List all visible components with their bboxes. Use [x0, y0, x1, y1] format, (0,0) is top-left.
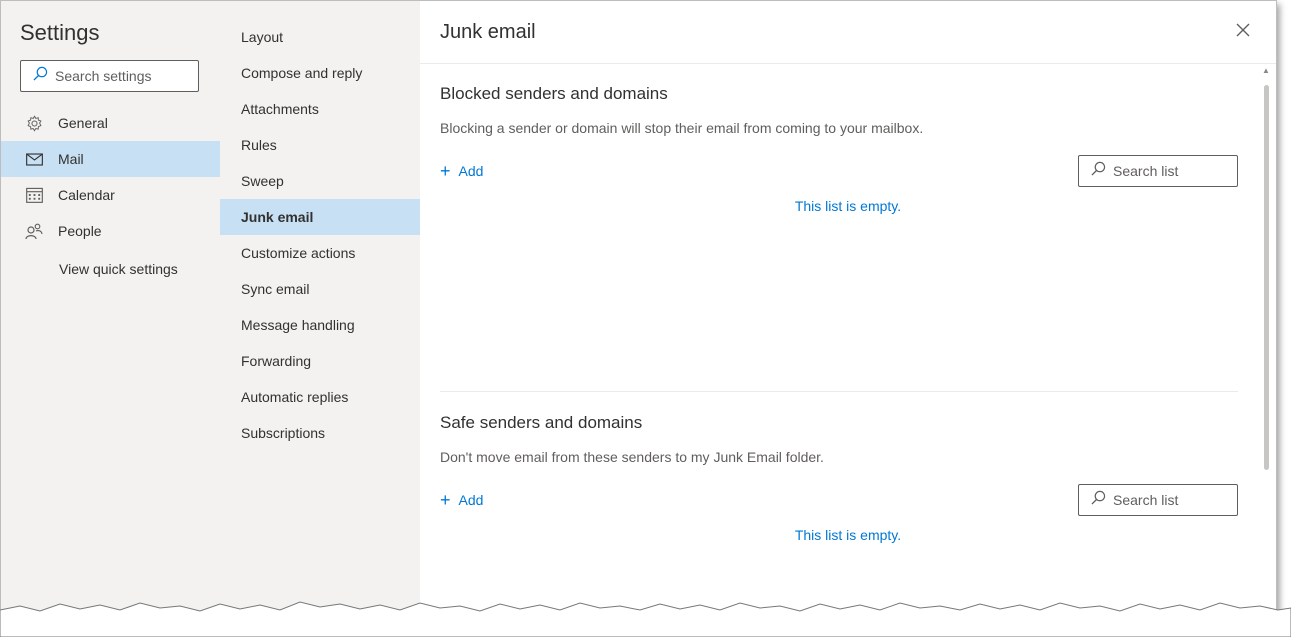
nav2-item-junk-email[interactable]: Junk email	[220, 199, 420, 235]
blocked-list-empty-message: This list is empty.	[794, 198, 902, 214]
add-label: Add	[458, 492, 484, 508]
content-scrollbar[interactable]: ▲	[1262, 67, 1270, 477]
scroll-thumb[interactable]	[1264, 85, 1269, 470]
plus-icon: +	[440, 490, 451, 510]
nav-item-label: People	[58, 223, 102, 239]
nav-item-label: Calendar	[58, 187, 115, 203]
search-list-placeholder: Search list	[1113, 492, 1179, 508]
scroll-up-arrow-icon[interactable]: ▲	[1262, 67, 1270, 75]
search-icon	[1091, 161, 1106, 181]
view-quick-settings-link[interactable]: View quick settings	[59, 261, 178, 277]
safe-list-empty-message: This list is empty.	[794, 527, 902, 543]
safe-senders-description: Don't move email from these senders to m…	[440, 449, 824, 465]
search-settings-input[interactable]: Search settings	[20, 60, 199, 92]
safe-search-list-input[interactable]: Search list	[1078, 484, 1238, 516]
nav-item-label: General	[58, 115, 108, 131]
close-icon	[1236, 23, 1250, 42]
nav-item-mail[interactable]: Mail	[1, 141, 220, 177]
mail-icon	[25, 150, 43, 168]
search-icon	[33, 66, 48, 86]
settings-window: Settings Search settings General Mail Ca…	[0, 0, 1277, 622]
gear-icon	[25, 114, 43, 132]
blocked-search-list-input[interactable]: Search list	[1078, 155, 1238, 187]
add-safe-sender-button[interactable]: + Add	[440, 490, 484, 510]
safe-senders-title: Safe senders and domains	[440, 413, 643, 432]
blocked-senders-title: Blocked senders and domains	[440, 84, 668, 103]
search-list-placeholder: Search list	[1113, 163, 1179, 179]
plus-icon: +	[440, 161, 451, 181]
torn-edge-decoration	[0, 601, 1291, 637]
nav2-item-rules[interactable]: Rules	[220, 127, 420, 163]
add-blocked-sender-button[interactable]: + Add	[440, 161, 484, 181]
search-settings-placeholder: Search settings	[55, 68, 152, 84]
header-divider	[420, 63, 1276, 64]
nav2-item-forwarding[interactable]: Forwarding	[220, 343, 420, 379]
close-button[interactable]	[1232, 21, 1254, 43]
nav2-item-layout[interactable]: Layout	[220, 19, 420, 55]
junk-email-panel: Junk email ▲ Blocked senders and domains…	[420, 1, 1276, 621]
nav2-item-customize-actions[interactable]: Customize actions	[220, 235, 420, 271]
search-icon	[1091, 490, 1106, 510]
nav2-item-compose-and-reply[interactable]: Compose and reply	[220, 55, 420, 91]
nav-item-label: Mail	[58, 151, 84, 167]
mail-settings-nav: Layout Compose and reply Attachments Rul…	[220, 1, 420, 621]
section-divider	[440, 391, 1238, 392]
nav2-item-subscriptions[interactable]: Subscriptions	[220, 415, 420, 451]
nav2-item-message-handling[interactable]: Message handling	[220, 307, 420, 343]
page-title: Junk email	[440, 21, 536, 43]
nav2-item-sweep[interactable]: Sweep	[220, 163, 420, 199]
people-icon	[25, 222, 43, 240]
nav-item-general[interactable]: General	[1, 105, 220, 141]
calendar-icon	[25, 186, 43, 204]
settings-nav: Settings Search settings General Mail Ca…	[1, 1, 220, 621]
nav-item-people[interactable]: People	[1, 213, 220, 249]
nav2-item-sync-email[interactable]: Sync email	[220, 271, 420, 307]
settings-title: Settings	[20, 20, 100, 45]
nav-item-calendar[interactable]: Calendar	[1, 177, 220, 213]
add-label: Add	[458, 163, 484, 179]
nav2-item-attachments[interactable]: Attachments	[220, 91, 420, 127]
nav2-item-automatic-replies[interactable]: Automatic replies	[220, 379, 420, 415]
blocked-senders-description: Blocking a sender or domain will stop th…	[440, 120, 924, 136]
